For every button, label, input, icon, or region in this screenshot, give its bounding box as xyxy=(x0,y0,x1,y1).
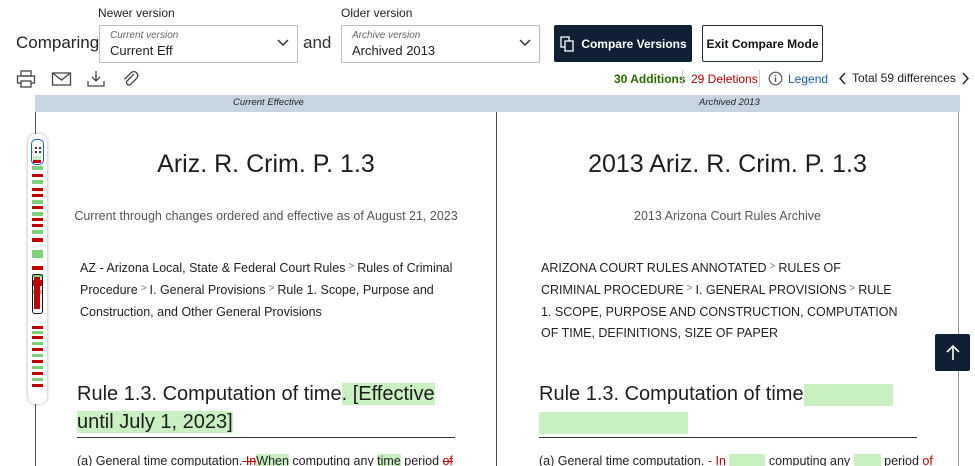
right-column-header: Archived 2013 xyxy=(699,97,760,108)
chevron-right-icon[interactable] xyxy=(961,72,970,85)
rule-heading-text: Rule 1.3. Computation of time xyxy=(539,383,804,405)
stats-divider xyxy=(682,70,683,87)
right-breadcrumb: ARIZONA COURT RULES ANNOTATED > RULES OF C… xyxy=(541,261,898,340)
compare-toolbar: Comparing Newer version Current version … xyxy=(0,0,975,95)
body-text: (a) General time computation. xyxy=(77,454,243,466)
column-header-strip: Current Effective Archived 2013 xyxy=(35,95,960,112)
body-text: computing any xyxy=(288,454,378,466)
deleted-text: of xyxy=(922,454,933,466)
newer-select-value: Current Eff xyxy=(110,43,173,58)
additions-count[interactable]: 30 Additions xyxy=(614,72,686,86)
added-text: time xyxy=(377,454,401,466)
left-rule-heading: Rule 1.3. Computation of time. [Effectiv… xyxy=(77,383,435,433)
exit-compare-button[interactable]: Exit Compare Mode xyxy=(702,25,823,62)
body-text: period xyxy=(884,454,919,466)
minimap-viewport-thumb[interactable] xyxy=(32,274,43,314)
minimap-drag-handle[interactable] xyxy=(31,139,44,165)
legend-label: Legend xyxy=(788,71,829,86)
right-doc-subtitle: 2013 Arizona Court Rules Archive xyxy=(634,209,821,223)
deleted-text: - In xyxy=(704,454,726,466)
differences-minimap[interactable] xyxy=(28,134,47,404)
breadcrumb-link[interactable]: I. GENERAL PROVISIONS xyxy=(695,283,846,297)
heading-divider xyxy=(77,437,455,438)
body-text: (a) General time computation. xyxy=(539,454,705,466)
body-text: period xyxy=(400,454,443,466)
download-icon[interactable] xyxy=(86,70,107,88)
newer-version-label: Newer version xyxy=(98,6,175,20)
deleted-text: In xyxy=(242,454,257,466)
empty-added-placeholder xyxy=(539,411,688,434)
breadcrumb-link[interactable]: I. General Provisions xyxy=(150,283,266,297)
empty-added-placeholder xyxy=(803,383,893,406)
and-label: and xyxy=(303,33,332,52)
right-body-text: (a) General time computation. - In compu… xyxy=(539,454,933,466)
archived-document-pane: 2013 Ariz. R. Crim. P. 1.3 2013 Arizona … xyxy=(496,112,959,466)
breadcrumb-link[interactable]: ARIZONA COURT RULES ANNOTATED xyxy=(541,261,767,275)
chevron-left-icon[interactable] xyxy=(838,72,847,85)
deletions-count[interactable]: 29 Deletions xyxy=(691,72,758,86)
document-tools xyxy=(16,70,142,88)
older-version-label: Older version xyxy=(341,6,413,20)
added-text: When xyxy=(256,454,289,466)
older-select-value: Archived 2013 xyxy=(352,43,436,58)
left-body-text: (a) General time computation. InWhen com… xyxy=(77,454,453,466)
compare-versions-button[interactable]: Compare Versions xyxy=(554,25,692,62)
comparing-label: Comparing xyxy=(16,33,100,52)
compare-versions-label: Compare Versions xyxy=(581,36,687,51)
compare-docs-icon xyxy=(560,35,574,52)
chevron-down-icon xyxy=(277,39,289,47)
info-icon xyxy=(768,71,783,86)
current-document-pane: Ariz. R. Crim. P. 1.3 Current through ch… xyxy=(35,112,496,466)
older-select-caption: Archive version xyxy=(352,30,421,41)
body-text: computing any xyxy=(768,454,851,466)
rule-heading-text: Rule 1.3. Computation of time xyxy=(77,383,342,405)
newer-version-select[interactable]: Current version Current Eff xyxy=(99,25,298,63)
newer-select-caption: Current version xyxy=(110,30,179,41)
right-doc-title: 2013 Ariz. R. Crim. P. 1.3 xyxy=(588,150,867,178)
left-doc-title: Ariz. R. Crim. P. 1.3 xyxy=(157,150,375,178)
left-breadcrumb: AZ - Arizona Local, State & Federal Cour… xyxy=(80,261,453,319)
breadcrumb-link[interactable]: AZ - Arizona Local, State & Federal Cour… xyxy=(80,261,345,275)
chevron-down-icon xyxy=(519,39,531,47)
back-to-top-button[interactable] xyxy=(935,334,970,371)
left-doc-subtitle: Current through changes ordered and effe… xyxy=(74,209,458,223)
legend-link[interactable]: Legend xyxy=(768,71,828,86)
stats-divider xyxy=(759,70,760,87)
total-differences: Total 59 differences xyxy=(852,71,956,85)
deleted-text: of xyxy=(442,454,453,466)
heading-divider xyxy=(539,437,917,438)
right-rule-heading: Rule 1.3. Computation of time xyxy=(539,380,919,436)
older-version-select[interactable]: Archive version Archived 2013 xyxy=(341,25,540,63)
arrow-up-icon xyxy=(945,344,960,360)
email-icon[interactable] xyxy=(51,70,72,88)
print-icon[interactable] xyxy=(16,70,37,88)
attachment-icon[interactable] xyxy=(121,70,142,88)
difference-navigator: Total 59 differences xyxy=(838,71,970,85)
left-column-header: Current Effective xyxy=(233,97,304,108)
